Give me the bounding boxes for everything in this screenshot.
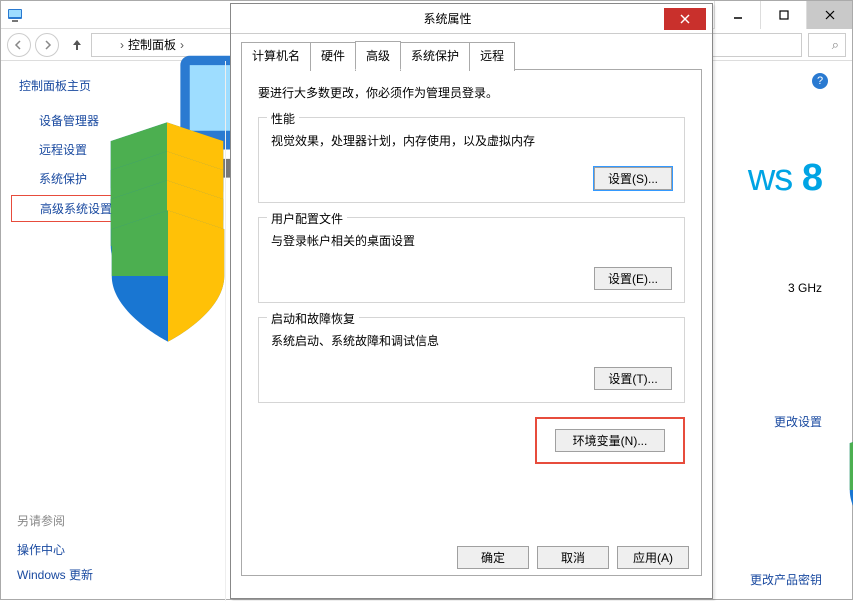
performance-settings-button[interactable]: 设置(S)... bbox=[594, 167, 672, 190]
environment-variables-button[interactable]: 环境变量(N)... bbox=[555, 429, 665, 452]
breadcrumb-item[interactable]: 控制面板 bbox=[128, 36, 176, 53]
sidebar-item-device-manager[interactable]: 设备管理器 bbox=[11, 108, 215, 133]
sidebar-item-label: 系统保护 bbox=[39, 170, 87, 187]
help-icon[interactable]: ? bbox=[812, 73, 828, 89]
system-icon bbox=[7, 7, 23, 23]
tab-protection[interactable]: 系统保护 bbox=[400, 42, 470, 71]
search-icon: ⌕ bbox=[832, 37, 839, 53]
nav-forward-button[interactable] bbox=[35, 33, 59, 57]
maximize-button[interactable] bbox=[760, 1, 806, 29]
nav-up-button[interactable] bbox=[67, 35, 87, 55]
sidebar-item-label: 高级系统设置 bbox=[40, 200, 112, 217]
outer-close-button[interactable] bbox=[806, 1, 852, 29]
shield-icon bbox=[18, 201, 34, 217]
tab-computer-name[interactable]: 计算机名 bbox=[241, 42, 311, 71]
windows-brand: ws 8 bbox=[748, 157, 822, 200]
cancel-button[interactable]: 取消 bbox=[537, 546, 609, 569]
minimize-button[interactable] bbox=[714, 1, 760, 29]
nav-back-button[interactable] bbox=[7, 33, 31, 57]
sidebar-item-protection[interactable]: 系统保护 bbox=[11, 166, 215, 191]
apply-button[interactable]: 应用(A) bbox=[617, 546, 689, 569]
tab-advanced[interactable]: 高级 bbox=[355, 41, 401, 70]
see-also-windows-update[interactable]: Windows 更新 bbox=[11, 562, 215, 587]
sidebar-title[interactable]: 控制面板主页 bbox=[11, 77, 215, 94]
shield-icon bbox=[756, 415, 770, 429]
see-also-action-center[interactable]: 操作中心 bbox=[11, 537, 215, 562]
shield-icon bbox=[17, 142, 33, 158]
group-desc: 系统启动、系统故障和调试信息 bbox=[271, 332, 672, 349]
group-title: 用户配置文件 bbox=[267, 210, 347, 227]
instruction-text: 要进行大多数更改，你必须作为管理员登录。 bbox=[258, 84, 685, 101]
dialog-close-button[interactable] bbox=[664, 8, 706, 30]
env-var-highlight: 环境变量(N)... bbox=[535, 417, 685, 464]
chevron-right-icon: › bbox=[120, 38, 124, 52]
ok-button[interactable]: 确定 bbox=[457, 546, 529, 569]
sidebar: 控制面板主页 设备管理器 远程设置 系统保护 高级系统设置 另请参阅 操作中心 … bbox=[1, 61, 226, 601]
dialog-footer: 确定 取消 应用(A) bbox=[242, 540, 701, 575]
group-title: 启动和故障恢复 bbox=[267, 310, 359, 327]
shield-icon bbox=[17, 113, 33, 129]
change-settings-link[interactable]: 更改设置 bbox=[756, 413, 822, 430]
see-also-header: 另请参阅 bbox=[11, 512, 215, 529]
shield-icon bbox=[17, 171, 33, 187]
see-also: 另请参阅 操作中心 Windows 更新 bbox=[11, 512, 215, 587]
tab-hardware[interactable]: 硬件 bbox=[310, 42, 356, 71]
dialog-titlebar: 系统属性 bbox=[231, 4, 712, 34]
tab-remote[interactable]: 远程 bbox=[469, 42, 515, 71]
search-input[interactable]: ⌕ bbox=[808, 33, 846, 57]
sidebar-item-label: 远程设置 bbox=[39, 141, 87, 158]
dialog-title: 系统属性 bbox=[231, 10, 664, 27]
group-desc: 视觉效果，处理器计划，内存使用，以及虚拟内存 bbox=[271, 132, 672, 149]
startup-group: 启动和故障恢复 系统启动、系统故障和调试信息 设置(T)... bbox=[258, 317, 685, 403]
system-properties-dialog: 系统属性 计算机名 硬件 高级 系统保护 远程 要进行大多数更改，你必须作为管理… bbox=[230, 3, 713, 599]
profile-settings-button[interactable]: 设置(E)... bbox=[594, 267, 672, 290]
group-title: 性能 bbox=[267, 110, 299, 127]
tabs: 计算机名 硬件 高级 系统保护 远程 bbox=[241, 40, 702, 70]
tab-content: 要进行大多数更改，你必须作为管理员登录。 性能 视觉效果，处理器计划，内存使用，… bbox=[241, 70, 702, 576]
ghz-value: 3 GHz bbox=[788, 281, 822, 295]
user-profile-group: 用户配置文件 与登录帐户相关的桌面设置 设置(E)... bbox=[258, 217, 685, 303]
group-desc: 与登录帐户相关的桌面设置 bbox=[271, 232, 672, 249]
startup-settings-button[interactable]: 设置(T)... bbox=[594, 367, 672, 390]
sidebar-item-label: 设备管理器 bbox=[39, 112, 99, 129]
monitor-icon bbox=[96, 37, 112, 53]
chevron-right-icon: › bbox=[180, 38, 184, 52]
change-product-key-link[interactable]: 更改产品密钥 bbox=[750, 571, 822, 588]
sidebar-item-remote[interactable]: 远程设置 bbox=[11, 137, 215, 162]
performance-group: 性能 视觉效果，处理器计划，内存使用，以及虚拟内存 设置(S)... bbox=[258, 117, 685, 203]
